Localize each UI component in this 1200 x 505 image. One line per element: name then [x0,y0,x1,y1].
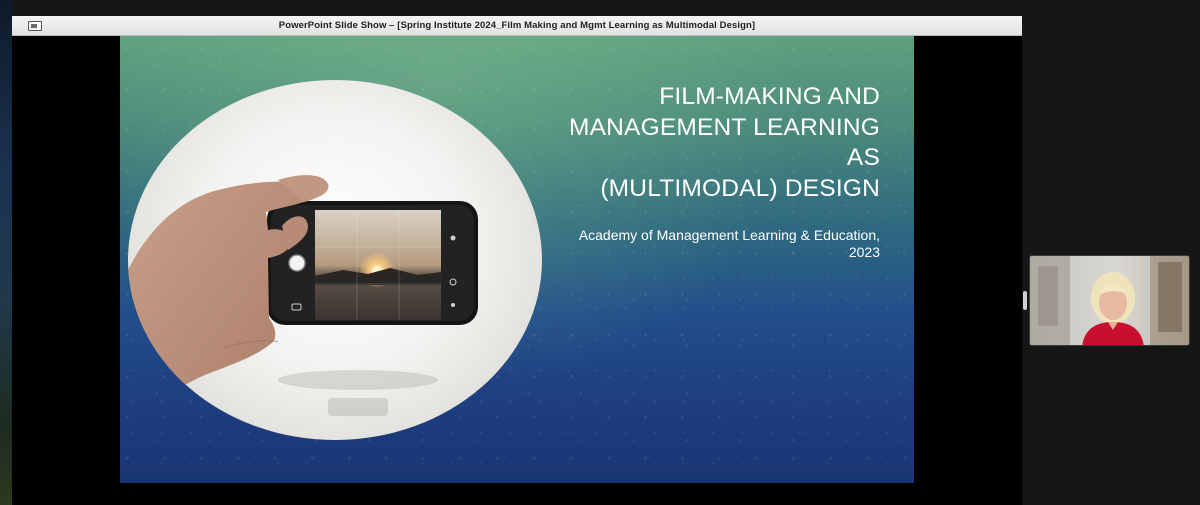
slide-subtitle-line: Academy of Management Learning & Educati… [578,227,880,243]
slide-subtitle-line: 2023 [848,244,880,260]
person-video-icon [1030,256,1189,345]
window-titlebar[interactable]: PowerPoint Slide Show – [Spring Institut… [12,16,1022,36]
window-title: PowerPoint Slide Show – [Spring Institut… [278,20,756,31]
slide-title-line: AS [846,144,880,171]
slide-title: FILM-MAKING AND MANAGEMENT LEARNING AS (… [480,82,880,204]
slide-title-line: (MULTIMODAL) DESIGN [600,174,880,202]
panel-resize-handle[interactable] [1023,291,1027,310]
presentation-slide[interactable]: FILM-MAKING AND MANAGEMENT LEARNING AS (… [120,36,914,483]
slide-title-line: MANAGEMENT LEARNING [568,113,880,141]
slide-title-line: FILM-MAKING AND [659,83,880,110]
participant-video-tile[interactable] [1029,255,1190,346]
desktop-background-strip [0,0,12,505]
shared-screen-window: PowerPoint Slide Show – [Spring Institut… [12,16,1022,505]
slide-subtitle: Academy of Management Learning & Educati… [480,227,880,261]
